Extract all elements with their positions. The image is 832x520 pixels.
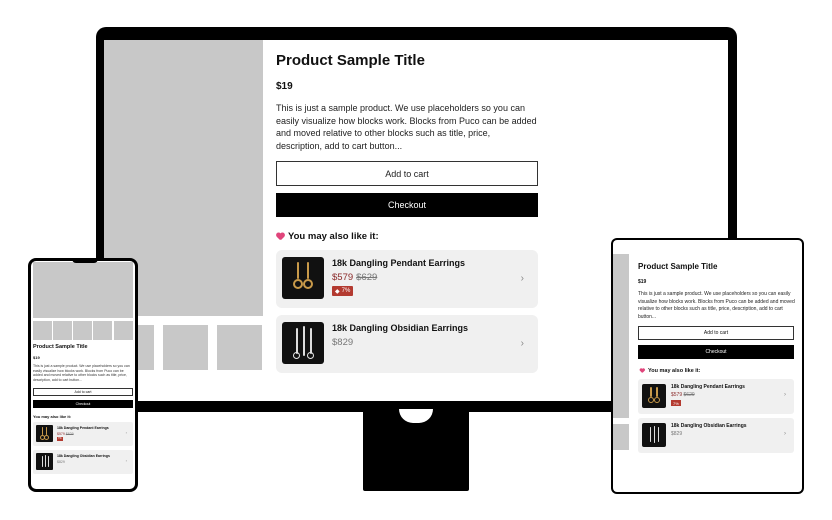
recommendation-price: $579 $629	[671, 392, 695, 398]
product-title: Product Sample Title	[276, 52, 425, 69]
product-image-pendant-earrings	[282, 257, 324, 299]
product-thumbnail[interactable]	[114, 321, 133, 340]
sale-price: $579	[332, 272, 354, 283]
heart-icon	[276, 233, 284, 241]
chevron-right-icon[interactable]: ›	[521, 273, 524, 284]
phone-notch	[72, 258, 98, 263]
chevron-right-icon[interactable]: ›	[784, 431, 786, 437]
recommendation-name[interactable]: 18k Dangling Obsidian Earrings	[671, 423, 747, 429]
discount-badge: ◆ 7%	[332, 286, 354, 296]
recommendation-card[interactable]: 18k Dangling Pendant Earrings $579 $629 ◆…	[276, 250, 538, 308]
recommendation-name[interactable]: 18k Dangling Obsidian Earrings	[332, 323, 468, 333]
product-thumbnail[interactable]	[217, 325, 262, 370]
checkout-button[interactable]: Checkout	[638, 345, 794, 359]
product-image-pendant-earrings	[642, 384, 666, 408]
recommendation-price: $579 $629	[332, 272, 377, 283]
product-thumbnail[interactable]	[163, 325, 208, 370]
checkout-button[interactable]: Checkout	[33, 400, 133, 408]
discount-badge: 7%	[671, 400, 681, 406]
recommendation-name[interactable]: 18k Dangling Obsidian Earrings	[57, 454, 110, 458]
product-title: Product Sample Title	[33, 344, 88, 350]
product-image-obsidian-earrings	[282, 322, 324, 364]
recommendation-name[interactable]: 18k Dangling Pendant Earrings	[57, 426, 109, 430]
chevron-right-icon[interactable]: ›	[126, 458, 127, 463]
original-price: $629	[356, 272, 378, 283]
recommendations-heading: You may also like it:	[276, 231, 379, 242]
add-to-cart-button[interactable]: Add to cart	[276, 161, 538, 186]
phone-screen: Product Sample Title $19 This is just a …	[31, 261, 135, 489]
recommendation-card[interactable]: 18k Dangling Obsidian Earrings $829 ›	[276, 315, 538, 373]
recommendation-card[interactable]: 18k Dangling Obsidian Earrings $829 ›	[638, 418, 794, 453]
recommendation-price: $829	[332, 337, 354, 348]
recommendation-card[interactable]: 18k Dangling Pendant Earrings $579 $629 …	[33, 422, 133, 446]
heart-icon	[640, 369, 645, 374]
recommendation-price: $579 $629	[57, 432, 74, 436]
product-description: This is just a sample product. We use pl…	[276, 103, 537, 151]
product-description: This is just a sample product. We use pl…	[33, 364, 130, 382]
checkout-button[interactable]: Checkout	[276, 193, 538, 217]
product-main-image[interactable]	[613, 254, 629, 418]
tablet-screen: Product Sample Title $19 This is just a …	[613, 240, 802, 492]
product-title: Product Sample Title	[638, 262, 718, 271]
recommendations-heading: You may also like it:	[638, 367, 700, 375]
chevron-right-icon[interactable]: ›	[521, 338, 524, 349]
recommendation-card[interactable]: 18k Dangling Pendant Earrings $579 $629 …	[638, 379, 794, 414]
recommendations-heading: You may also like it:	[33, 414, 72, 419]
product-image-obsidian-earrings	[642, 423, 666, 447]
add-to-cart-button[interactable]: Add to cart	[638, 326, 794, 340]
product-thumbnail[interactable]	[93, 321, 112, 340]
recommendations-heading-text: You may also like it:	[288, 231, 379, 242]
product-image-obsidian-earrings	[36, 453, 53, 470]
discount-badge: 7%	[57, 437, 63, 441]
recommendation-price: $829	[57, 460, 65, 464]
product-description: This is just a sample product. We use pl…	[638, 291, 795, 320]
chevron-right-icon[interactable]: ›	[126, 430, 127, 435]
recommendation-price: $829	[671, 431, 683, 437]
product-price: $19	[638, 279, 647, 285]
recommendation-name[interactable]: 18k Dangling Pendant Earrings	[671, 384, 745, 390]
tag-icon: ◆	[335, 288, 340, 295]
product-image-pendant-earrings	[36, 425, 53, 442]
product-thumbnail[interactable]	[33, 321, 52, 340]
product-thumbnail[interactable]	[73, 321, 92, 340]
product-thumbnail[interactable]	[613, 424, 629, 450]
product-price: $19	[276, 81, 293, 92]
product-price: $19	[33, 355, 40, 360]
product-main-image[interactable]	[33, 262, 133, 318]
chevron-right-icon[interactable]: ›	[784, 392, 786, 398]
add-to-cart-button[interactable]: Add to cart	[33, 388, 133, 396]
recommendation-name[interactable]: 18k Dangling Pendant Earrings	[332, 258, 465, 268]
recommendation-card[interactable]: 18k Dangling Obsidian Earrings $829 ›	[33, 450, 133, 474]
product-thumbnail[interactable]	[53, 321, 72, 340]
